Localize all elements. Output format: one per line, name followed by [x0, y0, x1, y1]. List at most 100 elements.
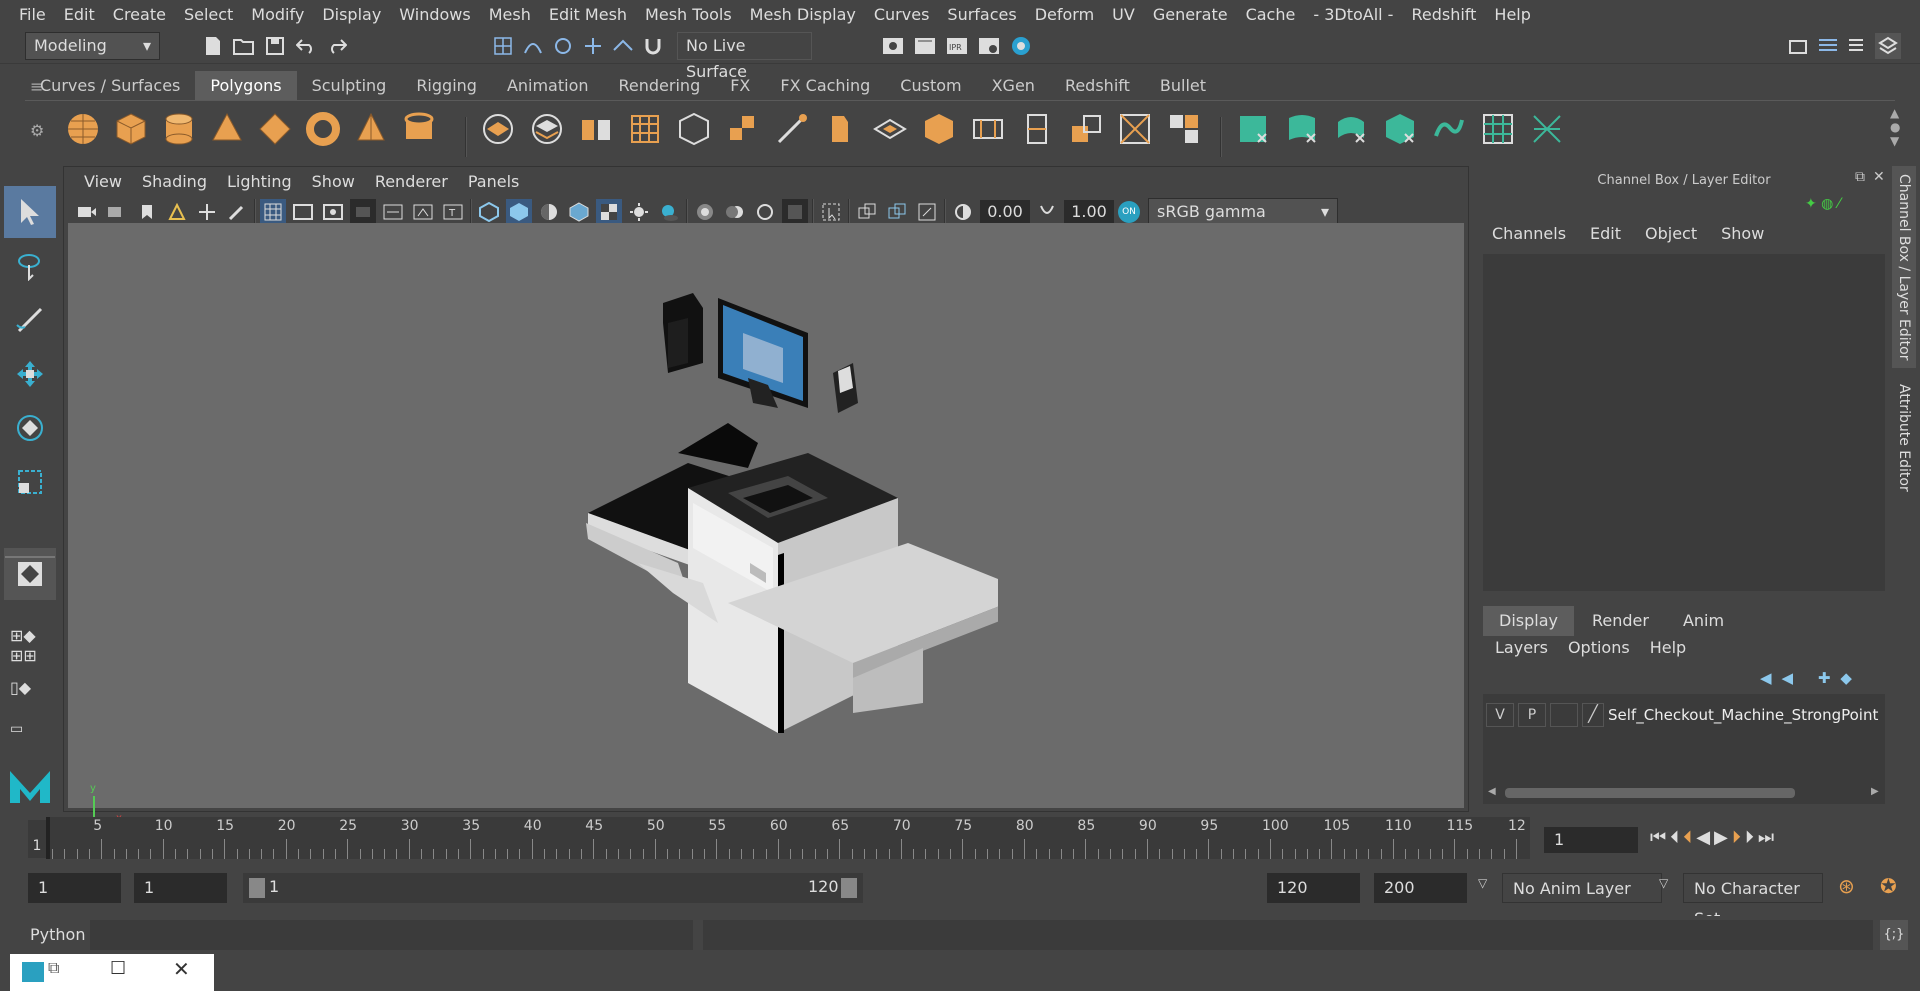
shelf-scroll-icon[interactable]: ▲ ● ▼ [1890, 106, 1900, 148]
grid-toggle-icon[interactable] [260, 199, 286, 225]
layer-menu-item[interactable]: Options [1558, 638, 1640, 657]
reduce-icon[interactable] [676, 111, 712, 147]
insert-edge-loop-icon[interactable] [1019, 111, 1055, 147]
scroll-right-icon[interactable]: ▶ [1871, 786, 1879, 797]
color-space-dropdown[interactable]: sRGB gamma ▾ [1148, 198, 1338, 226]
undo-icon[interactable] [293, 33, 319, 59]
poly-torus-icon[interactable] [305, 111, 341, 147]
viewport-menu-item[interactable]: Show [302, 172, 365, 191]
xray-joints-icon[interactable] [884, 199, 910, 225]
layer-tab[interactable]: Render [1575, 606, 1665, 636]
poly-pyramid-icon[interactable] [353, 111, 389, 147]
shelf-tab[interactable]: Bullet [1145, 71, 1221, 100]
multi-cut-icon[interactable] [970, 111, 1006, 147]
field-chart-icon[interactable] [380, 199, 406, 225]
menu-item[interactable]: Edit [55, 0, 104, 29]
menu-item[interactable]: - 3DtoAll - [1304, 0, 1402, 29]
command-language-label[interactable]: Python [30, 925, 85, 944]
poly-cylinder-icon[interactable] [161, 111, 197, 147]
two-d-pan-icon[interactable] [194, 199, 220, 225]
poly-cone-icon[interactable] [209, 111, 245, 147]
tab-attribute-editor[interactable]: Attribute Editor [1892, 376, 1916, 500]
xray-icon[interactable] [854, 199, 880, 225]
preferences-icon[interactable]: ✪ [1880, 874, 1897, 898]
menu-item[interactable]: Modify [242, 0, 313, 29]
menu-item[interactable]: Mesh [480, 0, 540, 29]
snap-point-icon[interactable] [550, 33, 576, 59]
viewport-menu-item[interactable]: Lighting [217, 172, 302, 191]
viewport-menu-item[interactable]: Panels [458, 172, 530, 191]
viewport-menu-item[interactable]: View [74, 172, 132, 191]
paint-select-icon[interactable] [4, 294, 56, 346]
shelf-tab[interactable]: Polygons [195, 71, 297, 100]
transform-icons[interactable]: ✦ ◍ ⁄ [1805, 196, 1840, 212]
range-end-handle[interactable] [841, 878, 857, 898]
snap-surface-icon[interactable] [610, 33, 636, 59]
close-panel-icon[interactable]: ✕ [1873, 169, 1885, 185]
scale-tool-icon[interactable] [4, 456, 56, 508]
bridge-icon[interactable] [823, 111, 859, 147]
cut-uv-icon[interactable] [1529, 111, 1565, 147]
safe-title-icon[interactable]: T [440, 199, 466, 225]
chevron-down-icon[interactable]: ▽ [1659, 876, 1668, 890]
live-surface-field[interactable]: No Live Surface [677, 32, 812, 81]
float-panel-icon[interactable]: ⧉ [1855, 169, 1865, 185]
poly-sphere-icon[interactable] [65, 111, 101, 147]
current-frame-field[interactable]: 1 [1544, 827, 1638, 853]
gate-mask-icon[interactable] [350, 199, 376, 225]
menu-item[interactable]: File [10, 0, 55, 29]
hypershade-icon[interactable] [1008, 33, 1034, 59]
shelf-tab[interactable]: Curves / Surfaces [25, 71, 195, 100]
poly-plane-icon[interactable] [257, 111, 293, 147]
lights-icon[interactable] [626, 199, 652, 225]
smooth-icon[interactable] [627, 111, 663, 147]
film-gate-icon[interactable] [290, 199, 316, 225]
go-to-end-icon[interactable]: ⏭ [1758, 827, 1774, 848]
playback-end-field[interactable]: 120 [1267, 873, 1360, 903]
cylindrical-uv-icon[interactable] [1284, 111, 1320, 147]
poly-pipe-icon[interactable] [401, 111, 437, 147]
checkout-machine-model[interactable] [578, 293, 998, 733]
layer-row[interactable]: V P ╱ Self_Checkout_Machine_StrongPoint [1486, 702, 1884, 728]
planar-uv-icon[interactable] [1235, 111, 1271, 147]
menu-item[interactable]: Generate [1144, 0, 1237, 29]
script-editor-icon[interactable]: {;} [1880, 920, 1908, 950]
scene-start-field[interactable]: 1 [28, 873, 121, 903]
step-forward-key-icon[interactable]: ⏵ [1732, 827, 1741, 848]
separate-icon[interactable] [529, 111, 565, 147]
step-forward-frame-icon[interactable]: ⏵ [1745, 827, 1754, 848]
fill-hole-icon[interactable] [921, 111, 957, 147]
layer-menu-item[interactable]: Layers [1485, 638, 1558, 657]
chevron-down-icon[interactable]: ▽ [1478, 876, 1487, 890]
attribute-editor-icon[interactable] [1815, 33, 1841, 59]
exposure-icon[interactable] [950, 199, 976, 225]
restore-icon[interactable]: ⧉ [48, 958, 59, 978]
modeling-toolkit-icon[interactable] [1785, 33, 1811, 59]
render-frame-icon[interactable] [912, 33, 938, 59]
layer-color-icon[interactable]: ╱ [1582, 703, 1604, 727]
command-input[interactable] [90, 920, 693, 950]
mode-dropdown[interactable]: Modeling ▾ [25, 32, 160, 60]
offset-edge-loop-icon[interactable] [1068, 111, 1104, 147]
exposure-field[interactable]: 0.00 [980, 200, 1030, 224]
layer-tab[interactable]: Anim [1666, 606, 1741, 636]
perspective-viewport[interactable]: persp y x z [68, 223, 1464, 844]
resolution-gate-icon[interactable] [320, 199, 346, 225]
layer-scrollbar[interactable]: ◀ ▶ [1483, 784, 1885, 800]
ambient-occlusion-icon[interactable] [692, 199, 718, 225]
menu-item[interactable]: Edit Mesh [540, 0, 636, 29]
textured-icon[interactable] [596, 199, 622, 225]
menu-item[interactable]: Windows [390, 0, 479, 29]
layer-actions-icons[interactable]: ◀◀ ✚◆ [1760, 669, 1862, 687]
gamma-field[interactable]: 1.00 [1064, 200, 1114, 224]
channel-box-icon[interactable] [1875, 33, 1901, 59]
anim-layer-dropdown[interactable]: No Anim Layer [1502, 873, 1662, 903]
merge-icon[interactable] [1166, 111, 1202, 147]
menu-item[interactable]: Deform [1026, 0, 1103, 29]
menu-item[interactable]: Create [104, 0, 175, 29]
channel-box-menu-item[interactable]: Edit [1578, 224, 1633, 243]
save-scene-icon[interactable] [262, 33, 288, 59]
layer-scroll-thumb[interactable] [1505, 788, 1795, 798]
lasso-tool-icon[interactable] [4, 240, 56, 292]
menu-item[interactable]: Curves [865, 0, 939, 29]
